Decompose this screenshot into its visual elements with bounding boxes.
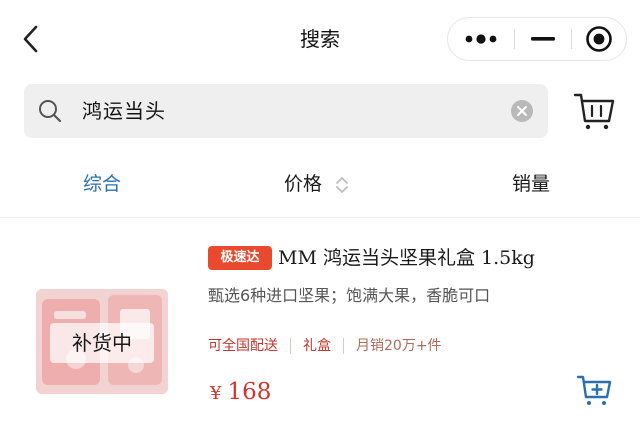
tab-price-label: 价格 [284, 173, 323, 195]
product-title[interactable]: MM 鸿运当头坚果礼盒 1.5kg [278, 243, 535, 273]
sort-tabs: 综合 价格 销量 [0, 150, 640, 218]
tag-monthly-sales: 月销20万+件 [356, 338, 442, 354]
tag-shipping: 可全国配送 [208, 338, 278, 354]
restock-overlay: 补货中 [50, 323, 154, 363]
product-card[interactable]: 补货中 极速达 MM 鸿运当头坚果礼盒 1.5kg 甄选6种进口坚果；饱满大果，… [0, 219, 640, 430]
tab-price[interactable]: 价格 [284, 150, 348, 218]
navigation-bar: 搜索 [0, 0, 640, 78]
search-icon [39, 100, 62, 123]
product-description: 甄选6种进口坚果；饱满大果，香脆可口 [208, 286, 491, 305]
express-badge: 极速达 [208, 246, 272, 270]
more-button[interactable] [448, 18, 514, 60]
tag-divider [343, 338, 344, 354]
currency-symbol: ¥ [210, 383, 222, 404]
search-bar[interactable]: 鸿运当头 [24, 84, 548, 138]
tab-sales[interactable]: 销量 [512, 150, 550, 218]
tab-comprehensive[interactable]: 综合 [83, 150, 121, 218]
close-button[interactable] [572, 18, 626, 60]
tag-divider [290, 338, 291, 354]
search-input[interactable]: 鸿运当头 [82, 84, 166, 138]
product-tags: 可全国配送 礼盒 月销20万+件 [208, 333, 442, 359]
target-close-icon [586, 26, 612, 52]
cart-icon[interactable] [572, 88, 616, 132]
sort-arrows-icon [336, 177, 348, 193]
tag-gift-box: 礼盒 [303, 338, 331, 354]
add-to-cart-icon[interactable] [576, 372, 612, 408]
more-dots-icon [465, 34, 497, 44]
minimize-button[interactable] [515, 18, 571, 60]
price-value: 168 [227, 379, 272, 405]
product-price: ¥168 [210, 379, 271, 405]
minimize-icon [531, 37, 555, 41]
clear-icon[interactable] [511, 100, 533, 122]
mini-program-capsule [447, 17, 627, 61]
product-image[interactable]: 补货中 [36, 289, 168, 394]
